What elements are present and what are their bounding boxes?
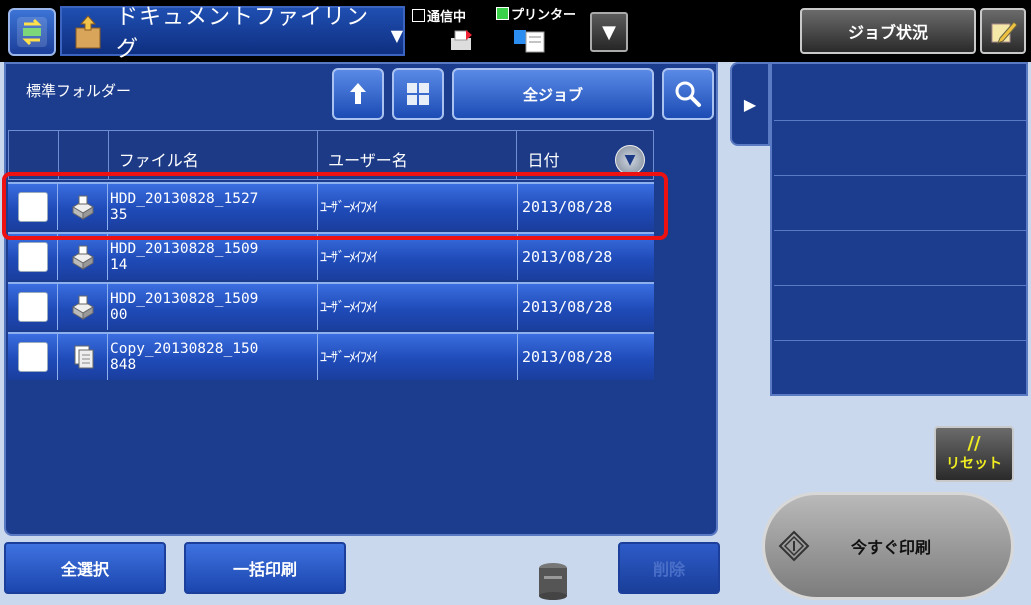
row-date-cell: 2013/08/28 (518, 234, 654, 280)
fax-icon (451, 30, 472, 50)
parent-folder-button[interactable] (332, 68, 384, 120)
folder-name: 標準フォルダー (26, 82, 132, 100)
all-jobs-button[interactable]: 全ジョブ (452, 68, 654, 120)
row-date: 2013/08/28 (522, 248, 613, 266)
row-username: ﾕｰｻﾞｰﾒｲﾌﾒｲ (320, 300, 378, 316)
row-check-cell (8, 284, 58, 330)
thumbnail-view-button[interactable] (392, 68, 444, 120)
expand-panel-tab[interactable]: ▶ (730, 62, 770, 146)
header-date-label: 日付 (527, 151, 560, 170)
row-date-cell: 2013/08/28 (518, 284, 654, 330)
play-icon: ▶ (743, 94, 757, 114)
printer-active-icon (496, 7, 509, 20)
chevron-down-icon: ▼ (390, 25, 403, 45)
selection-highlight (2, 172, 668, 240)
print-now-button[interactable]: 今すぐ印刷 (762, 492, 1014, 600)
reset-label: リセット (946, 456, 1002, 472)
up-arrow-icon (350, 83, 366, 104)
row-check-cell (8, 334, 58, 380)
row-username-cell: ﾕｰｻﾞｰﾒｲﾌﾒｲ (318, 284, 518, 330)
printer-status-label: プリンター (511, 8, 577, 23)
row-username-cell: ﾕｰｻﾞｰﾒｲﾌﾒｲ (318, 234, 518, 280)
side-divider (774, 175, 1026, 176)
row-filename-cell: HDD_20130828_1509 14 (108, 234, 318, 280)
row-date: 2013/08/28 (522, 298, 613, 316)
start-diamond-icon (778, 530, 810, 562)
print-now-label: 今すぐ印刷 (851, 538, 932, 557)
scan-file-icon (71, 295, 94, 320)
help-button[interactable] (980, 8, 1026, 54)
home-icon (17, 17, 47, 47)
table-row[interactable]: HDD_20130828_1509 00 ﾕｰｻﾞｰﾒｲﾌﾒｲ 2013/08/… (8, 282, 654, 330)
sort-down-icon[interactable]: ▼ (615, 145, 646, 175)
mode-selector[interactable]: ドキュメントファイリング ▼ (60, 5, 405, 62)
delete-button[interactable]: 削除 (618, 542, 720, 594)
grid-icon (407, 83, 429, 105)
row-filename: HDD_20130828_1509 14 (110, 241, 259, 273)
copy-file-icon (74, 345, 93, 369)
batch-print-button[interactable]: 一括印刷 (184, 542, 346, 594)
storage-icon (536, 560, 570, 600)
row-filename: Copy_20130828_150 848 (110, 341, 259, 373)
search-icon (675, 81, 701, 107)
row-icon-cell (58, 334, 108, 380)
printer-status: プリンター (496, 4, 588, 56)
row-icon-cell (58, 234, 108, 280)
home-button[interactable] (8, 8, 56, 56)
job-status-button[interactable]: ジョブ状況 (800, 8, 976, 54)
row-username-cell: ﾕｰｻﾞｰﾒｲﾌﾒｲ (318, 334, 518, 380)
side-divider (774, 120, 1026, 121)
help-icon (991, 21, 1018, 44)
select-all-button[interactable]: 全選択 (4, 542, 166, 594)
side-divider (774, 340, 1026, 341)
row-filename-cell: HDD_20130828_1509 00 (108, 284, 318, 330)
row-username: ﾕｰｻﾞｰﾒｲﾌﾒｲ (320, 350, 378, 366)
comm-status: 通信中 (412, 6, 492, 56)
document-filing-icon (75, 15, 101, 49)
row-filename-cell: Copy_20130828_150 848 (108, 334, 318, 380)
row-checkbox[interactable] (17, 292, 48, 322)
printer-icon (514, 30, 545, 53)
comm-status-label: 通信中 (427, 10, 467, 25)
triangle-down-icon: ▼ (602, 21, 616, 43)
reset-button[interactable]: // リセット (934, 426, 1014, 482)
row-username: ﾕｰｻﾞｰﾒｲﾌﾒｲ (320, 250, 378, 266)
row-icon-cell (58, 284, 108, 330)
side-panel (770, 62, 1028, 396)
row-date: 2013/08/28 (522, 348, 613, 366)
side-divider (774, 230, 1026, 231)
reset-symbol: // (967, 433, 981, 454)
row-checkbox[interactable] (17, 342, 48, 372)
status-dropdown-button[interactable]: ▼ (590, 12, 628, 52)
side-divider (774, 285, 1026, 286)
row-check-cell (8, 234, 58, 280)
scan-file-icon (71, 245, 94, 270)
row-filename: HDD_20130828_1509 00 (110, 291, 259, 323)
table-row[interactable]: Copy_20130828_150 848 ﾕｰｻﾞｰﾒｲﾌﾒｲ 2013/08… (8, 332, 654, 380)
row-checkbox[interactable] (17, 242, 48, 272)
row-date-cell: 2013/08/28 (518, 334, 654, 380)
search-button[interactable] (662, 68, 714, 120)
checkbox-icon (412, 9, 425, 22)
mode-title: ドキュメントファイリング (116, 5, 370, 62)
